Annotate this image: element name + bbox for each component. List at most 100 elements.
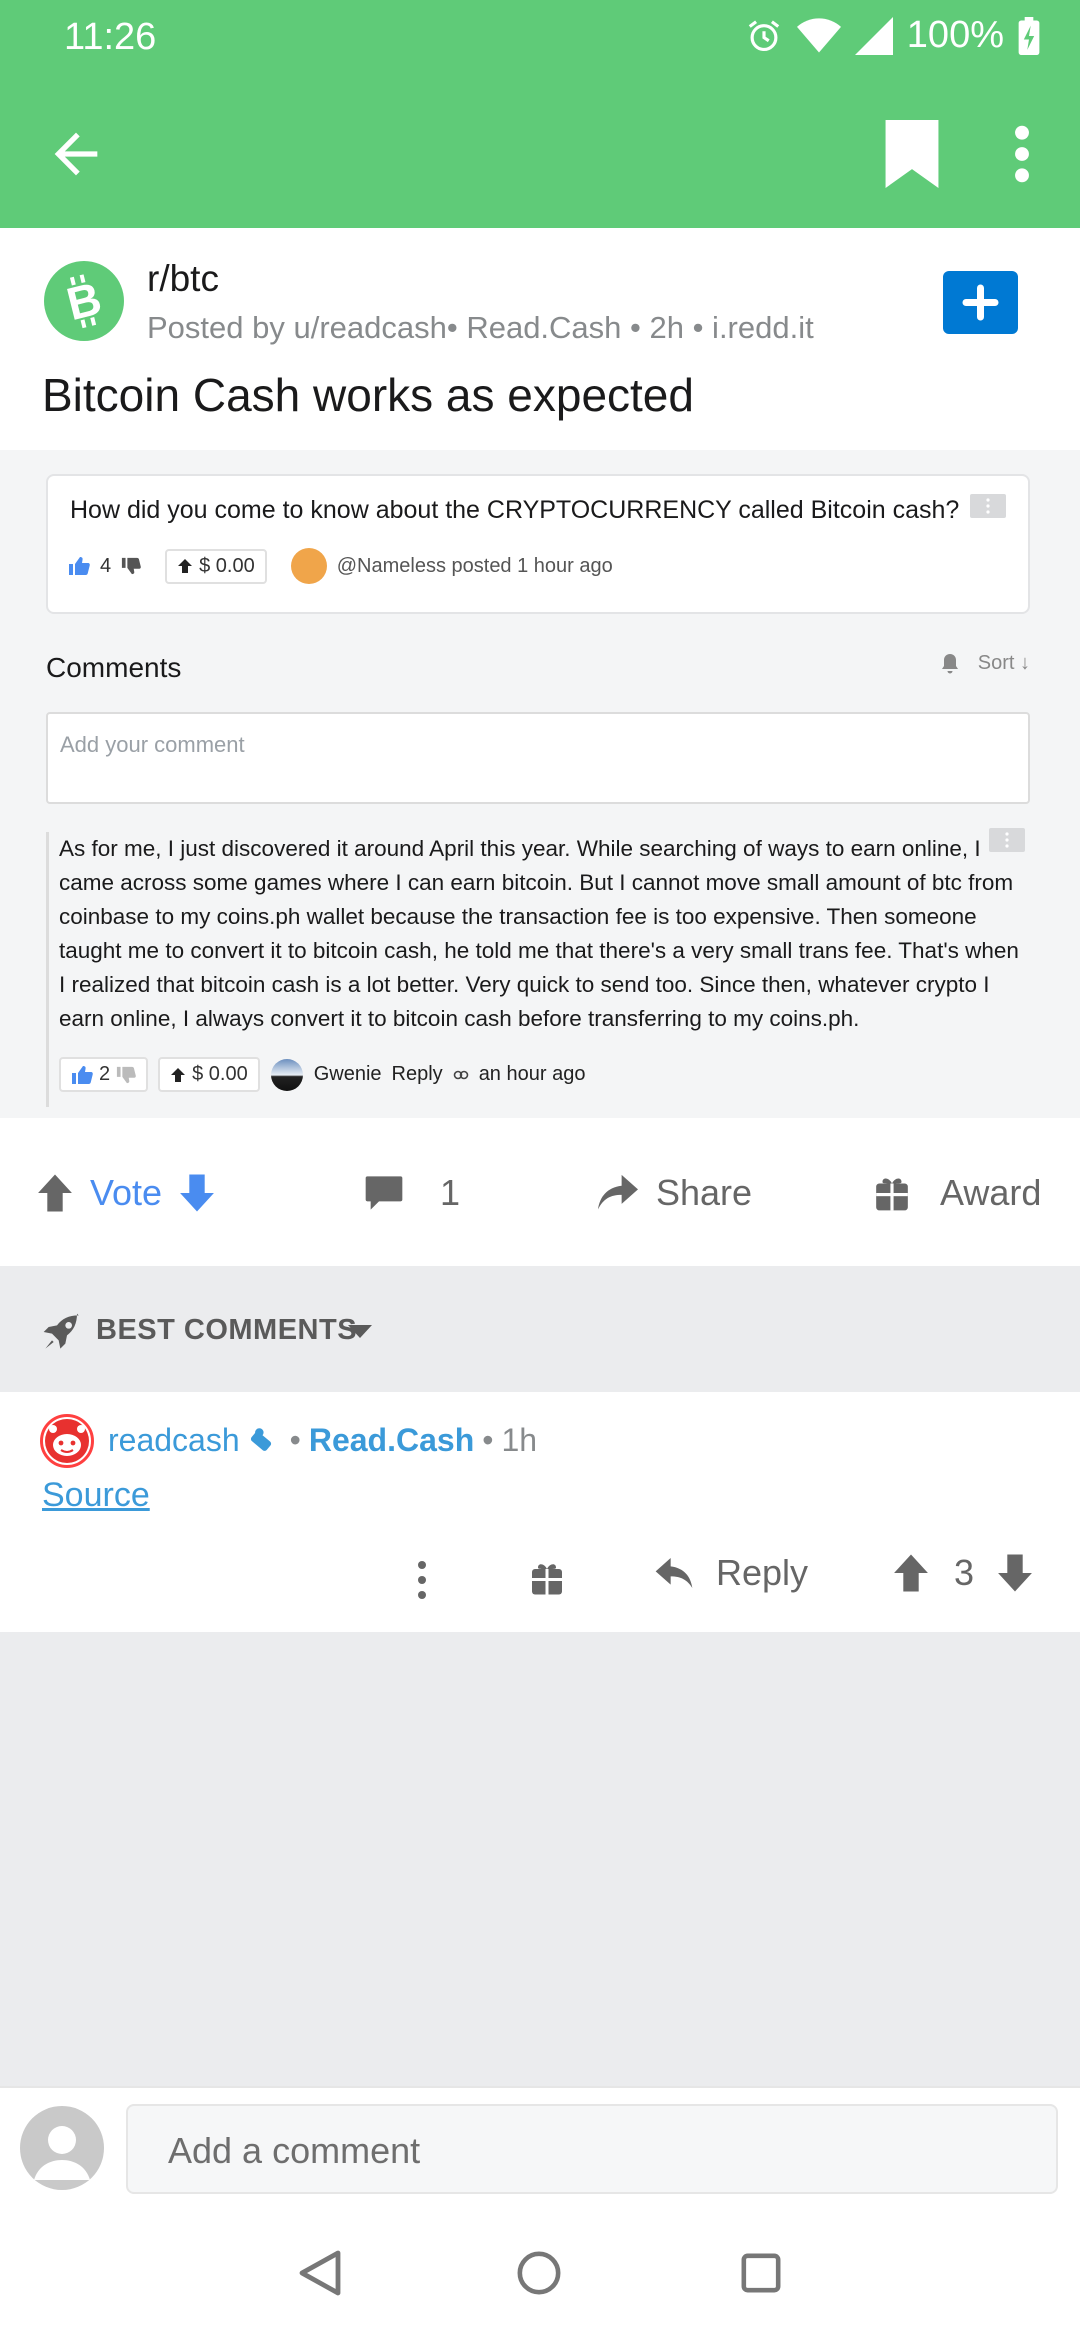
comment-user: Gwenie (313, 1063, 382, 1085)
subreddit-icon[interactable]: B (44, 261, 124, 341)
question-card: How did you come to know about the CRYPT… (46, 474, 1030, 614)
app-bar (0, 80, 1080, 228)
back-arrow-icon[interactable] (44, 122, 108, 186)
comment-score: 3 (954, 1552, 975, 1593)
post-actions: Vote 1 Share Award (0, 1118, 1080, 1266)
thumbs-down-icon (117, 1066, 136, 1083)
top-comment: readcash • Read.Cash • 1h Source Reply 3 (0, 1392, 1080, 1632)
comment-reply: Reply (391, 1063, 443, 1085)
bitcoin-icon: B (62, 272, 107, 330)
nav-recents-icon[interactable] (740, 2252, 782, 2294)
bell-icon (941, 653, 958, 673)
gwenie-avatar (270, 1058, 303, 1091)
join-button[interactable] (943, 271, 1018, 334)
question-tip: $ 0.00 (165, 548, 267, 584)
status-time: 11:26 (64, 16, 157, 58)
comment-likes: 2 (99, 1063, 111, 1085)
comment-tip-value: $ 0.00 (192, 1063, 248, 1085)
thumbs-up-icon (72, 1065, 93, 1084)
signal-icon (854, 16, 893, 55)
comment-time-ago: 1h (501, 1422, 538, 1458)
embedded-comment-stats: 2 $ 0.00 Gwenie Reply an hour ago (59, 1057, 585, 1092)
add-comment-placeholder: Add a comment (168, 2130, 421, 2171)
comment-tip: $ 0.00 (158, 1057, 260, 1092)
question-text: How did you come to know about the CRYPT… (70, 496, 960, 524)
question-meta: @Nameless posted 1 hour ago (336, 554, 613, 577)
comment-reply-label: Reply (716, 1552, 809, 1593)
vote-control: Vote (36, 1172, 216, 1214)
question-likes: 4 (100, 554, 112, 577)
comment-author[interactable]: readcash (108, 1422, 240, 1459)
embedded-comment-box: Add your comment (46, 712, 1030, 804)
comment-header: readcash • Read.Cash • 1h (108, 1422, 538, 1459)
award-label: Award (940, 1172, 1042, 1213)
dropdown-caret-icon (348, 1325, 372, 1338)
gift-icon (876, 1178, 908, 1211)
award-button[interactable]: Award (874, 1172, 1041, 1214)
comment-likes-pill: 2 (59, 1057, 149, 1092)
sort-best-comments: BEST COMMENTS (96, 1314, 358, 1346)
embedded-comment-text: As for me, I just discovered it around A… (59, 836, 1019, 1031)
battery-text: 100% (906, 14, 1004, 56)
sort-label: Sort ↓ (977, 652, 1030, 674)
status-icons: 100% (745, 14, 1040, 57)
battery-charging-icon (1018, 16, 1040, 55)
sort-control: Sort ↓ (940, 652, 1030, 675)
default-avatar-icon (34, 2126, 90, 2180)
comments-button[interactable]: 1 (364, 1172, 460, 1214)
question-stats: 4 $ 0.00 @Nameless posted 1 hour ago (68, 548, 613, 584)
post-image[interactable]: How did you come to know about the CRYPT… (0, 450, 1080, 1118)
comment-flair: Read.Cash (308, 1422, 475, 1458)
post-title: Bitcoin Cash works as expected (42, 369, 694, 421)
reply-icon (655, 1558, 693, 1588)
comment-downvote-icon[interactable] (996, 1553, 1034, 1593)
embedded-comment: As for me, I just discovered it around A… (46, 828, 1030, 1107)
thumbs-up-icon (69, 557, 90, 575)
comment-composer: Add a comment (0, 2086, 1080, 2206)
status-bar: 11:26 100% (0, 0, 1080, 80)
arrow-up-icon (178, 559, 193, 573)
source-link[interactable]: Source (42, 1476, 150, 1515)
comment-reply-button[interactable]: Reply (654, 1552, 808, 1594)
readcash-logo-icon (45, 1419, 89, 1463)
comments-title: Comments (46, 652, 182, 683)
nav-home-icon[interactable] (516, 2250, 562, 2296)
comment-upvote-icon[interactable] (892, 1553, 930, 1593)
user-avatar[interactable] (20, 2106, 104, 2190)
question-tip-value: $ 0.00 (199, 554, 255, 577)
question-menu-icon (970, 494, 1006, 518)
alarm-icon (748, 19, 779, 51)
subreddit-name[interactable]: r/btc (147, 258, 219, 300)
link-icon (453, 1070, 468, 1079)
upvote-icon[interactable] (36, 1173, 74, 1213)
comment-icon (365, 1176, 403, 1210)
share-icon (598, 1174, 638, 1210)
share-button[interactable]: Share (596, 1172, 752, 1214)
readcash-avatar[interactable] (40, 1414, 94, 1468)
downvote-icon[interactable] (178, 1173, 216, 1213)
post-header: B r/btc Posted by u/readcash• Read.Cash … (0, 228, 1080, 450)
comment-sort-bar[interactable]: BEST COMMENTS (0, 1266, 1080, 1392)
nav-back-icon[interactable] (298, 2248, 342, 2298)
arrow-up-icon (171, 1067, 186, 1082)
comment-menu-icon (989, 828, 1025, 852)
embedded-comment-placeholder: Add your comment (60, 732, 245, 757)
share-label: Share (656, 1172, 753, 1213)
comment-vote: 3 (892, 1552, 1034, 1594)
thumbs-down-icon (122, 557, 141, 575)
rocket-icon (43, 1313, 79, 1349)
bookmark-icon[interactable] (884, 120, 940, 188)
more-vert-icon[interactable] (1004, 122, 1040, 186)
comments-count: 1 (440, 1172, 461, 1213)
post-meta: Posted by u/readcash• Read.Cash • 2h • i… (147, 310, 814, 345)
wifi-icon (796, 17, 841, 52)
vote-label: Vote (90, 1172, 163, 1213)
comment-time: an hour ago (478, 1063, 586, 1085)
plus-icon (962, 284, 999, 321)
system-nav-bar (0, 2206, 1080, 2340)
robot-flair-icon (250, 1427, 271, 1451)
comment-more-icon[interactable] (414, 1560, 430, 1600)
comment-award-icon[interactable] (530, 1560, 564, 1596)
nameless-avatar (290, 548, 327, 584)
add-comment-input[interactable]: Add a comment (126, 2104, 1058, 2194)
